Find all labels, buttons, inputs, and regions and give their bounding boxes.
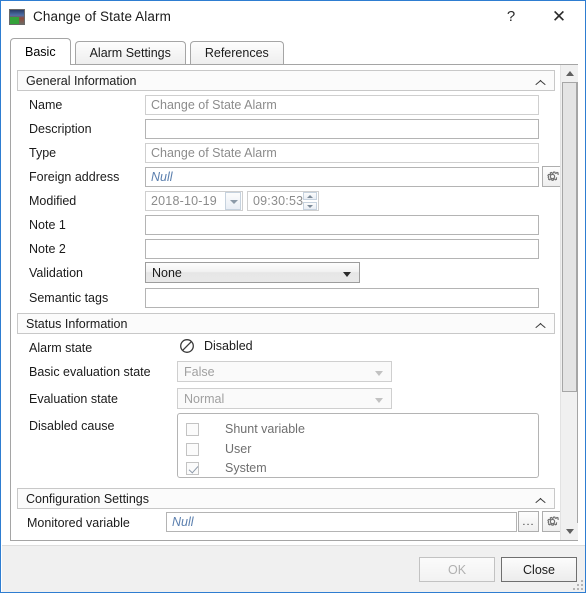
- scroll-down-button[interactable]: [561, 523, 578, 540]
- input-semantic-tags[interactable]: [145, 288, 539, 308]
- vertical-scrollbar[interactable]: [560, 65, 578, 540]
- label-semantic-tags: Semantic tags: [29, 291, 109, 305]
- monitored-variable-settings-button[interactable]: [542, 511, 561, 532]
- checkbox-user[interactable]: [186, 442, 199, 456]
- input-modified-time[interactable]: 09:30:53: [247, 191, 319, 211]
- input-description[interactable]: [145, 119, 539, 139]
- label-validation: Validation: [29, 266, 83, 280]
- select-evaluation-state[interactable]: Normal: [177, 388, 392, 409]
- help-button[interactable]: ?: [491, 1, 531, 32]
- input-monitored-variable[interactable]: Null: [166, 512, 517, 532]
- checkbox-label-system: System: [225, 461, 267, 475]
- app-thumbnail-icon: [9, 8, 25, 25]
- evaluation-state-value: Normal: [184, 391, 225, 406]
- ok-button[interactable]: OK: [419, 557, 495, 582]
- group-title-configuration-settings: Configuration Settings: [26, 491, 149, 506]
- checkbox-shunt-variable[interactable]: [186, 422, 199, 436]
- label-note-2: Note 2: [29, 242, 66, 256]
- modified-time-value: 09:30:53: [253, 194, 304, 208]
- label-type: Type: [29, 146, 57, 160]
- group-header-status-information[interactable]: Status Information: [17, 313, 555, 334]
- tab-alarm-settings[interactable]: Alarm Settings: [74, 41, 186, 64]
- spinner-up-icon[interactable]: [303, 192, 317, 200]
- alarm-state-value: Disabled: [204, 339, 253, 353]
- input-name[interactable]: Change of State Alarm: [145, 95, 539, 115]
- label-basic-evaluation-state: Basic evaluation state: [29, 365, 151, 379]
- checkbox-label-user: User: [225, 442, 252, 456]
- input-foreign-address[interactable]: Null: [145, 167, 539, 187]
- chevron-up-icon-general[interactable]: [535, 76, 546, 87]
- input-note-2[interactable]: [145, 239, 539, 259]
- scroll-content-area: General Information Name Change of State…: [11, 65, 561, 540]
- input-note-1[interactable]: [145, 215, 539, 235]
- label-description: Description: [29, 122, 92, 136]
- foreign-address-settings-button[interactable]: [542, 166, 561, 187]
- checkbox-label-shunt-variable: Shunt variable: [225, 422, 305, 436]
- prohibited-icon: [179, 338, 195, 354]
- chevron-down-icon-validation: [343, 272, 351, 277]
- dialog-footer: OK Close: [2, 545, 585, 592]
- scroll-down-icon: [565, 529, 574, 534]
- dialog-window: Change of State Alarm ? ✕ Basic Alarm Se…: [0, 0, 586, 593]
- basic-evaluation-state-value: False: [184, 364, 215, 379]
- chevron-up-icon-status[interactable]: [535, 319, 546, 330]
- input-type[interactable]: Change of State Alarm: [145, 143, 539, 163]
- chevron-down-icon-date[interactable]: [225, 192, 241, 210]
- select-basic-evaluation-state[interactable]: False: [177, 361, 392, 382]
- checkbox-row-system[interactable]: System: [186, 460, 267, 476]
- gear-icon: [547, 516, 559, 526]
- close-icon[interactable]: ✕: [537, 1, 581, 32]
- chevron-down-icon-evaluation: [375, 398, 383, 403]
- checkbox-row-shunt-variable[interactable]: Shunt variable: [186, 421, 305, 437]
- tab-basic[interactable]: Basic: [10, 38, 71, 65]
- group-header-configuration-settings[interactable]: Configuration Settings: [17, 488, 555, 509]
- checkbox-system[interactable]: [186, 461, 199, 475]
- tab-strip: Basic Alarm Settings References: [10, 38, 288, 65]
- scroll-up-button[interactable]: [561, 65, 578, 82]
- group-title-status-information: Status Information: [26, 316, 128, 331]
- spinner-down-icon[interactable]: [303, 202, 317, 210]
- label-name: Name: [29, 98, 63, 112]
- monitored-variable-browse-button[interactable]: ...: [518, 511, 539, 532]
- time-spinner[interactable]: [303, 192, 317, 210]
- tab-basic-label: Basic: [25, 44, 56, 59]
- label-alarm-state: Alarm state: [29, 341, 93, 355]
- close-button[interactable]: Close: [501, 557, 577, 582]
- tab-alarm-settings-label: Alarm Settings: [89, 46, 171, 60]
- chevron-down-icon-basic-evaluation: [375, 371, 383, 376]
- select-validation[interactable]: None: [145, 262, 360, 283]
- gear-icon: [547, 171, 559, 181]
- tab-references-label: References: [204, 46, 269, 60]
- resize-grip[interactable]: [571, 578, 583, 590]
- validation-value: None: [152, 265, 182, 280]
- tab-references[interactable]: References: [189, 41, 284, 64]
- modified-date-value: 2018-10-19: [151, 194, 217, 208]
- checkbox-row-user[interactable]: User: [186, 441, 251, 457]
- group-title-general-information: General Information: [26, 73, 137, 88]
- label-evaluation-state: Evaluation state: [29, 392, 118, 406]
- tab-panel-basic: General Information Name Change of State…: [10, 64, 578, 541]
- chevron-up-icon-configuration[interactable]: [535, 494, 546, 505]
- label-disabled-cause: Disabled cause: [29, 419, 115, 433]
- group-header-general-information[interactable]: General Information: [17, 70, 555, 91]
- scroll-up-icon: [565, 71, 574, 76]
- label-note-1: Note 1: [29, 218, 66, 232]
- input-modified-date[interactable]: 2018-10-19: [145, 191, 243, 211]
- label-modified: Modified: [29, 194, 77, 208]
- label-monitored-variable: Monitored variable: [27, 516, 130, 530]
- checkbox-group-disabled-cause: Shunt variable User System: [177, 413, 539, 478]
- window-title: Change of State Alarm: [33, 9, 171, 24]
- scrollbar-thumb[interactable]: [562, 82, 577, 392]
- ellipsis-icon: ...: [522, 515, 535, 528]
- title-bar: Change of State Alarm ? ✕: [1, 1, 585, 32]
- label-foreign-address: Foreign address: [29, 170, 120, 184]
